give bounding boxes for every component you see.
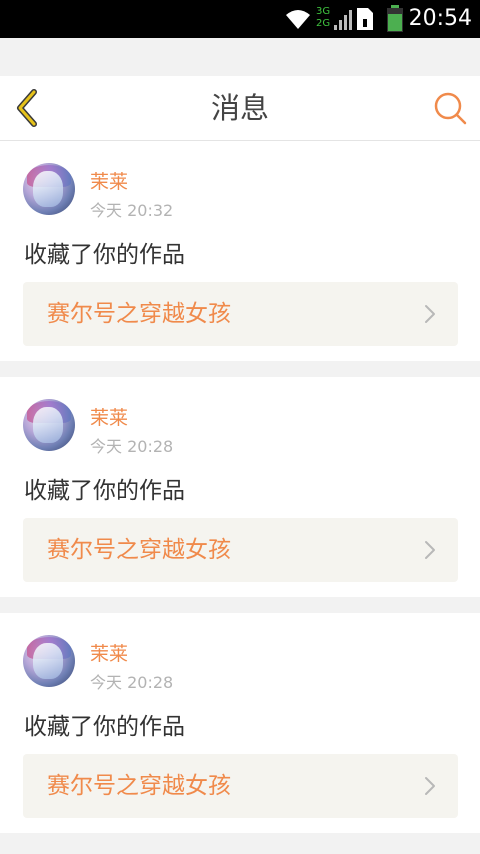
message-list: 茉莱 今天 20:32 收藏了你的作品 赛尔号之穿越女孩 茉莱 今天 20:28… <box>0 141 480 833</box>
message-card: 茉莱 今天 20:28 收藏了你的作品 赛尔号之穿越女孩 <box>0 613 480 833</box>
action-text: 收藏了你的作品 <box>24 242 185 268</box>
timestamp: 今天 20:32 <box>90 201 174 220</box>
network-2g-label: 2G <box>316 18 331 29</box>
top-gap <box>0 38 480 76</box>
avatar[interactable] <box>23 635 75 687</box>
wifi-icon <box>286 10 310 29</box>
action-text: 收藏了你的作品 <box>24 714 185 740</box>
work-title: 赛尔号之穿越女孩 <box>47 773 231 799</box>
work-title: 赛尔号之穿越女孩 <box>47 301 231 327</box>
chevron-right-icon <box>425 541 435 559</box>
message-card: 茉莱 今天 20:28 收藏了你的作品 赛尔号之穿越女孩 <box>0 377 480 597</box>
status-time: 20:54 <box>408 6 472 31</box>
search-button[interactable] <box>432 90 468 126</box>
username[interactable]: 茉莱 <box>90 403 128 430</box>
signal-icon <box>334 10 352 30</box>
work-link[interactable]: 赛尔号之穿越女孩 <box>23 282 458 346</box>
page-title: 消息 <box>210 91 269 125</box>
chevron-right-icon <box>425 777 435 795</box>
work-link[interactable]: 赛尔号之穿越女孩 <box>23 518 458 582</box>
status-bar: 3G 2G 20:54 <box>0 0 480 38</box>
username[interactable]: 茉莱 <box>90 167 128 194</box>
avatar[interactable] <box>23 399 75 451</box>
header: 消息 <box>0 76 480 141</box>
work-link[interactable]: 赛尔号之穿越女孩 <box>23 754 458 818</box>
message-card: 茉莱 今天 20:32 收藏了你的作品 赛尔号之穿越女孩 <box>0 141 480 361</box>
timestamp: 今天 20:28 <box>90 437 174 456</box>
battery-icon <box>387 5 403 32</box>
chevron-right-icon <box>425 305 435 323</box>
avatar[interactable] <box>23 163 75 215</box>
work-title: 赛尔号之穿越女孩 <box>47 537 231 563</box>
sim-icon <box>357 8 373 30</box>
timestamp: 今天 20:28 <box>90 673 174 692</box>
username[interactable]: 茉莱 <box>90 639 128 666</box>
network-3g-label: 3G <box>316 6 331 17</box>
action-text: 收藏了你的作品 <box>24 478 185 504</box>
search-icon <box>434 92 467 125</box>
